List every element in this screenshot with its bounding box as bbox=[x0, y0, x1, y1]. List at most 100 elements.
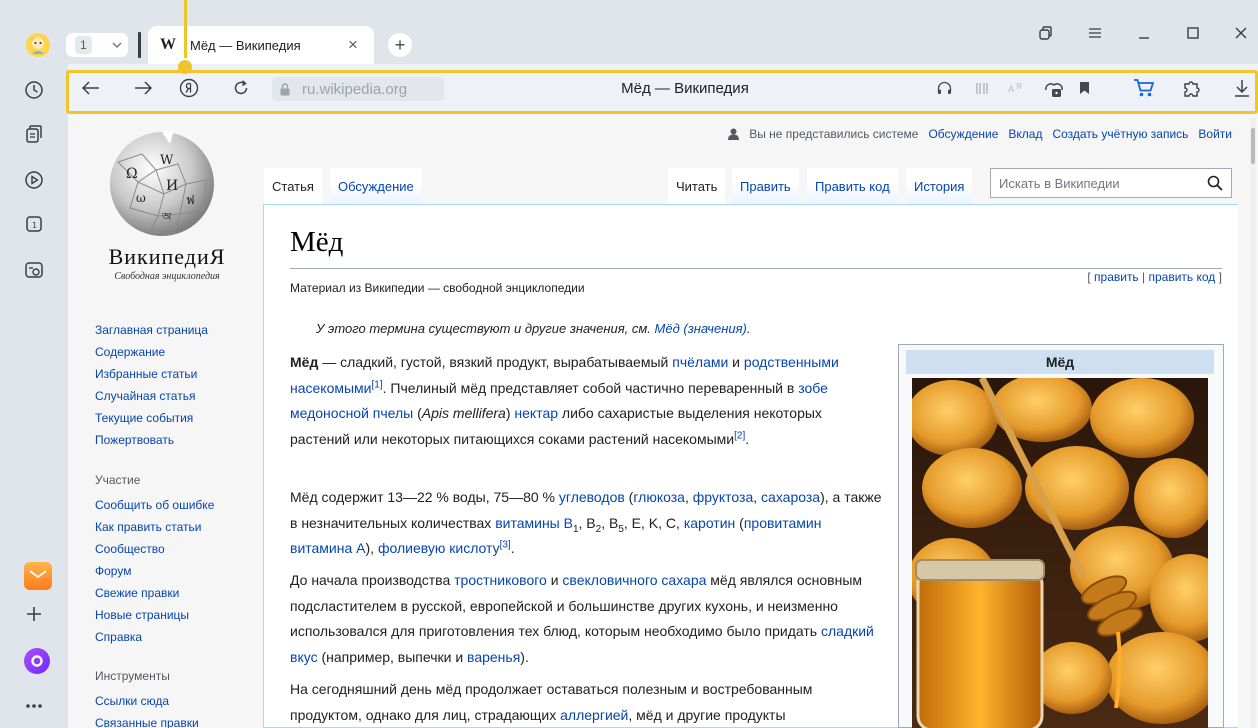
nav-recent-changes[interactable]: Свежие правки bbox=[95, 586, 179, 600]
link-carotene[interactable]: каротин bbox=[684, 515, 735, 531]
reader-mode-icon[interactable] bbox=[972, 64, 992, 112]
screenshot-icon[interactable] bbox=[20, 256, 48, 284]
ref-3[interactable]: [3] bbox=[500, 539, 511, 550]
maximize-icon[interactable] bbox=[1182, 22, 1204, 44]
collections-sidebar-icon[interactable] bbox=[20, 120, 48, 148]
nav-contents[interactable]: Содержание bbox=[95, 345, 165, 359]
tab-edit-source[interactable]: Править код bbox=[807, 168, 898, 204]
nav-donate[interactable]: Пожертвовать bbox=[95, 433, 174, 447]
chevron-down-icon bbox=[112, 42, 122, 49]
create-account-link[interactable]: Создать учётную запись bbox=[1052, 127, 1188, 141]
user-contrib-link[interactable]: Вклад bbox=[1008, 127, 1042, 141]
nav-community[interactable]: Сообщество bbox=[95, 542, 165, 556]
mail-icon[interactable] bbox=[24, 562, 52, 590]
wiki-search-input[interactable]: Искать в Википедии bbox=[990, 168, 1232, 198]
lock-icon bbox=[280, 82, 290, 96]
menu-icon[interactable] bbox=[1084, 22, 1106, 44]
ref-2[interactable]: [2] bbox=[734, 430, 745, 441]
text: До начала производства bbox=[290, 572, 455, 588]
link-sucrose[interactable]: сахароза bbox=[761, 489, 820, 505]
page-title: Мёд — Википедия bbox=[621, 79, 749, 97]
infobox-title: Мёд bbox=[906, 350, 1214, 374]
protect-icon[interactable] bbox=[1042, 64, 1066, 112]
tab-active[interactable]: W Мёд — Википедия × bbox=[148, 26, 374, 64]
nav-current-events[interactable]: Текущие события bbox=[95, 411, 193, 425]
profile-avatar-icon[interactable] bbox=[24, 31, 52, 59]
headphones-icon[interactable] bbox=[934, 64, 954, 112]
nav-how-to-edit[interactable]: Как править статьи bbox=[95, 520, 201, 534]
wikipedia-wordmark: ВикипедиЯ bbox=[108, 244, 226, 269]
back-icon[interactable] bbox=[78, 64, 104, 112]
nav-main-page[interactable]: Заглавная страница bbox=[95, 323, 208, 337]
nav-participation-heading: Участие bbox=[95, 473, 141, 487]
minimize-icon[interactable] bbox=[1133, 22, 1155, 44]
translate-icon[interactable]: AЯ bbox=[1006, 64, 1028, 112]
tab-count: 1 bbox=[75, 36, 92, 54]
nav-help[interactable]: Справка bbox=[95, 630, 142, 644]
title-divider bbox=[290, 268, 1222, 269]
collections-icon[interactable] bbox=[1034, 22, 1056, 44]
article-title: Мёд bbox=[290, 226, 344, 258]
tab-talk[interactable]: Обсуждение bbox=[330, 168, 422, 204]
ref-1[interactable]: [1] bbox=[372, 379, 383, 390]
text: . bbox=[510, 540, 515, 556]
user-talk-link[interactable]: Обсуждение bbox=[928, 127, 998, 141]
paragraph-3: До начала производства тростникового и с… bbox=[290, 568, 882, 670]
text: и bbox=[728, 354, 744, 370]
latin-name: Apis mellifera bbox=[421, 405, 506, 421]
nav-featured[interactable]: Избранные статьи bbox=[95, 367, 197, 381]
extensions-icon[interactable] bbox=[1178, 64, 1206, 112]
edit-source-link[interactable]: править код bbox=[1149, 270, 1216, 284]
nav-related-changes[interactable]: Связанные правки bbox=[95, 716, 199, 728]
nav-forum[interactable]: Форум bbox=[95, 564, 131, 578]
link-nectar[interactable]: нектар bbox=[514, 405, 558, 421]
link-carbs[interactable]: углеводов bbox=[559, 489, 625, 505]
link-vitamins[interactable]: витамины B bbox=[495, 515, 573, 531]
more-icon[interactable] bbox=[20, 692, 48, 720]
page-scrollbar[interactable] bbox=[1250, 118, 1256, 728]
link-jam[interactable]: варенья bbox=[467, 649, 520, 665]
bookmark-icon[interactable] bbox=[1074, 64, 1094, 112]
tab-history[interactable]: История bbox=[906, 168, 973, 204]
reload-icon[interactable] bbox=[228, 64, 254, 112]
new-tab-button[interactable]: + bbox=[388, 33, 412, 57]
link-fructose[interactable]: фруктоза bbox=[693, 489, 754, 505]
article-subtitle: Материал из Википедии — свободной энцикл… bbox=[290, 281, 585, 295]
close-window-icon[interactable] bbox=[1230, 22, 1252, 44]
history-icon[interactable] bbox=[20, 76, 48, 104]
nav-report-error[interactable]: Сообщить об ошибке bbox=[95, 498, 214, 512]
link-allergy[interactable]: аллергией bbox=[560, 707, 628, 723]
honey-photo[interactable] bbox=[912, 378, 1208, 728]
wikipedia-globe-icon: Ω W И ω ฟ অ bbox=[110, 130, 214, 236]
login-link[interactable]: Войти bbox=[1198, 127, 1232, 141]
nav-random[interactable]: Случайная статья bbox=[95, 389, 195, 403]
nav-new-pages[interactable]: Новые страницы bbox=[95, 608, 189, 622]
url-field[interactable]: ru.wikipedia.org bbox=[272, 77, 444, 101]
tab-article[interactable]: Статья bbox=[264, 168, 322, 204]
shopping-cart-icon[interactable] bbox=[1130, 64, 1158, 112]
forward-icon[interactable] bbox=[130, 64, 156, 112]
link-beet-sugar[interactable]: свекловичного сахара bbox=[562, 572, 706, 588]
link-folic-acid[interactable]: фолиевую кислоту bbox=[378, 540, 500, 556]
nav-what-links-here[interactable]: Ссылки сюда bbox=[95, 694, 169, 708]
hatnote-link[interactable]: Мёд (значения) bbox=[655, 321, 747, 336]
paragraph-2: Мёд содержит 13—22 % воды, 75—80 % углев… bbox=[290, 485, 882, 562]
user-bar: Вы не представились системе Обсуждение В… bbox=[728, 127, 1232, 141]
tab-edit[interactable]: Править bbox=[732, 168, 799, 204]
callout-line bbox=[184, 0, 187, 58]
link-bees[interactable]: пчёлами bbox=[672, 354, 728, 370]
search-icon[interactable] bbox=[1207, 175, 1223, 191]
scrollbar-thumb[interactable] bbox=[1251, 128, 1255, 164]
edit-link[interactable]: править bbox=[1094, 270, 1139, 284]
link-glucose[interactable]: глюкоза bbox=[633, 489, 685, 505]
tabs-sidebar-icon[interactable]: 1 bbox=[20, 210, 48, 238]
add-icon[interactable] bbox=[20, 600, 48, 628]
tab-read[interactable]: Читать bbox=[668, 168, 726, 204]
alice-assistant-icon[interactable] bbox=[24, 648, 50, 674]
tab-counter[interactable]: 1 bbox=[66, 33, 128, 57]
link-cane[interactable]: тростникового bbox=[454, 572, 547, 588]
tab-close-button[interactable]: × bbox=[344, 35, 362, 55]
video-icon[interactable] bbox=[20, 166, 48, 194]
download-icon[interactable] bbox=[1230, 64, 1254, 112]
text: Мёд содержит 13—22 % воды, 75—80 % bbox=[290, 489, 559, 505]
